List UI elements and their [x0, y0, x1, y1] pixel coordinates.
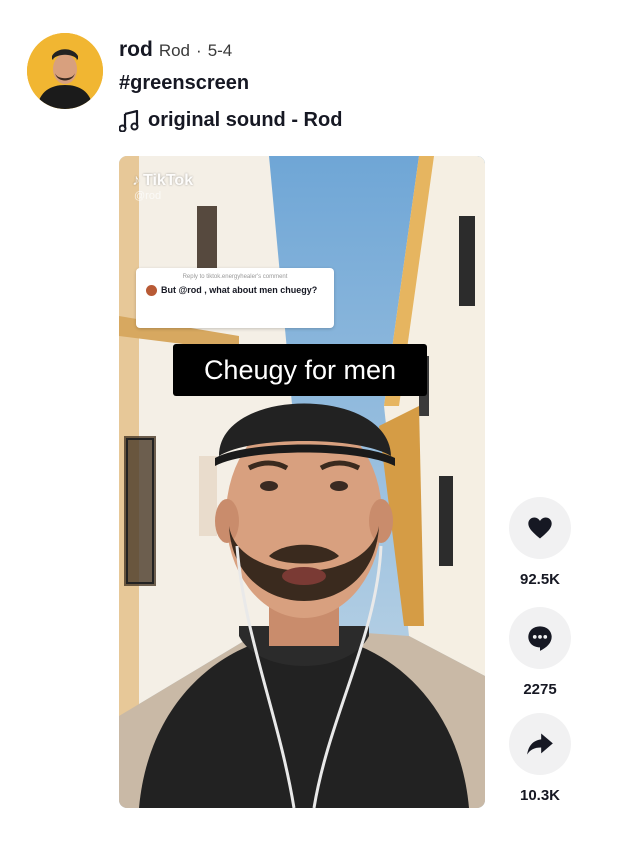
author-line: rod Rod · 5-4 — [119, 38, 232, 62]
music-note-icon — [119, 109, 139, 132]
heart-icon — [528, 517, 552, 539]
username[interactable]: rod — [119, 38, 153, 62]
reply-text: But @rod , what about men chuegy? — [161, 285, 318, 295]
tiktok-logo-icon: ♪ — [132, 172, 140, 189]
video-text-overlay: Cheugy for men — [173, 344, 427, 396]
reply-header: Reply to tiktok.energyhealer's comment — [182, 274, 288, 280]
separator: · — [196, 41, 202, 60]
like-button[interactable] — [509, 497, 571, 559]
comment-action: 2275 — [508, 607, 572, 698]
share-action: 10.3K — [508, 713, 572, 804]
video-frame — [119, 156, 485, 808]
watermark-brand: TikTok — [143, 172, 194, 189]
comment-icon — [528, 626, 552, 651]
comment-count: 2275 — [523, 681, 557, 698]
tiktok-watermark: ♪ TikTok @rod — [132, 172, 193, 202]
hashtag-link[interactable]: #greenscreen — [119, 72, 249, 95]
sound-label: original sound - Rod — [148, 109, 343, 131]
video-player[interactable]: ♪ TikTok @rod Reply to tiktok.energyheale… — [119, 156, 485, 808]
like-action: 92.5K — [508, 497, 572, 588]
like-count: 92.5K — [519, 571, 561, 588]
share-button[interactable] — [509, 713, 571, 775]
commenter-avatar — [146, 285, 157, 296]
share-icon — [527, 733, 553, 755]
comment-button[interactable] — [509, 607, 571, 669]
avatar[interactable] — [27, 33, 103, 109]
sound-link[interactable]: original sound - Rod — [119, 109, 342, 132]
watermark-handle: @rod — [134, 190, 162, 202]
reply-comment-sticker: Reply to tiktok.energyhealer's comment B… — [136, 268, 334, 328]
nickname: Rod — [158, 41, 191, 60]
share-count: 10.3K — [519, 787, 561, 804]
post-date: 5-4 — [207, 41, 233, 60]
